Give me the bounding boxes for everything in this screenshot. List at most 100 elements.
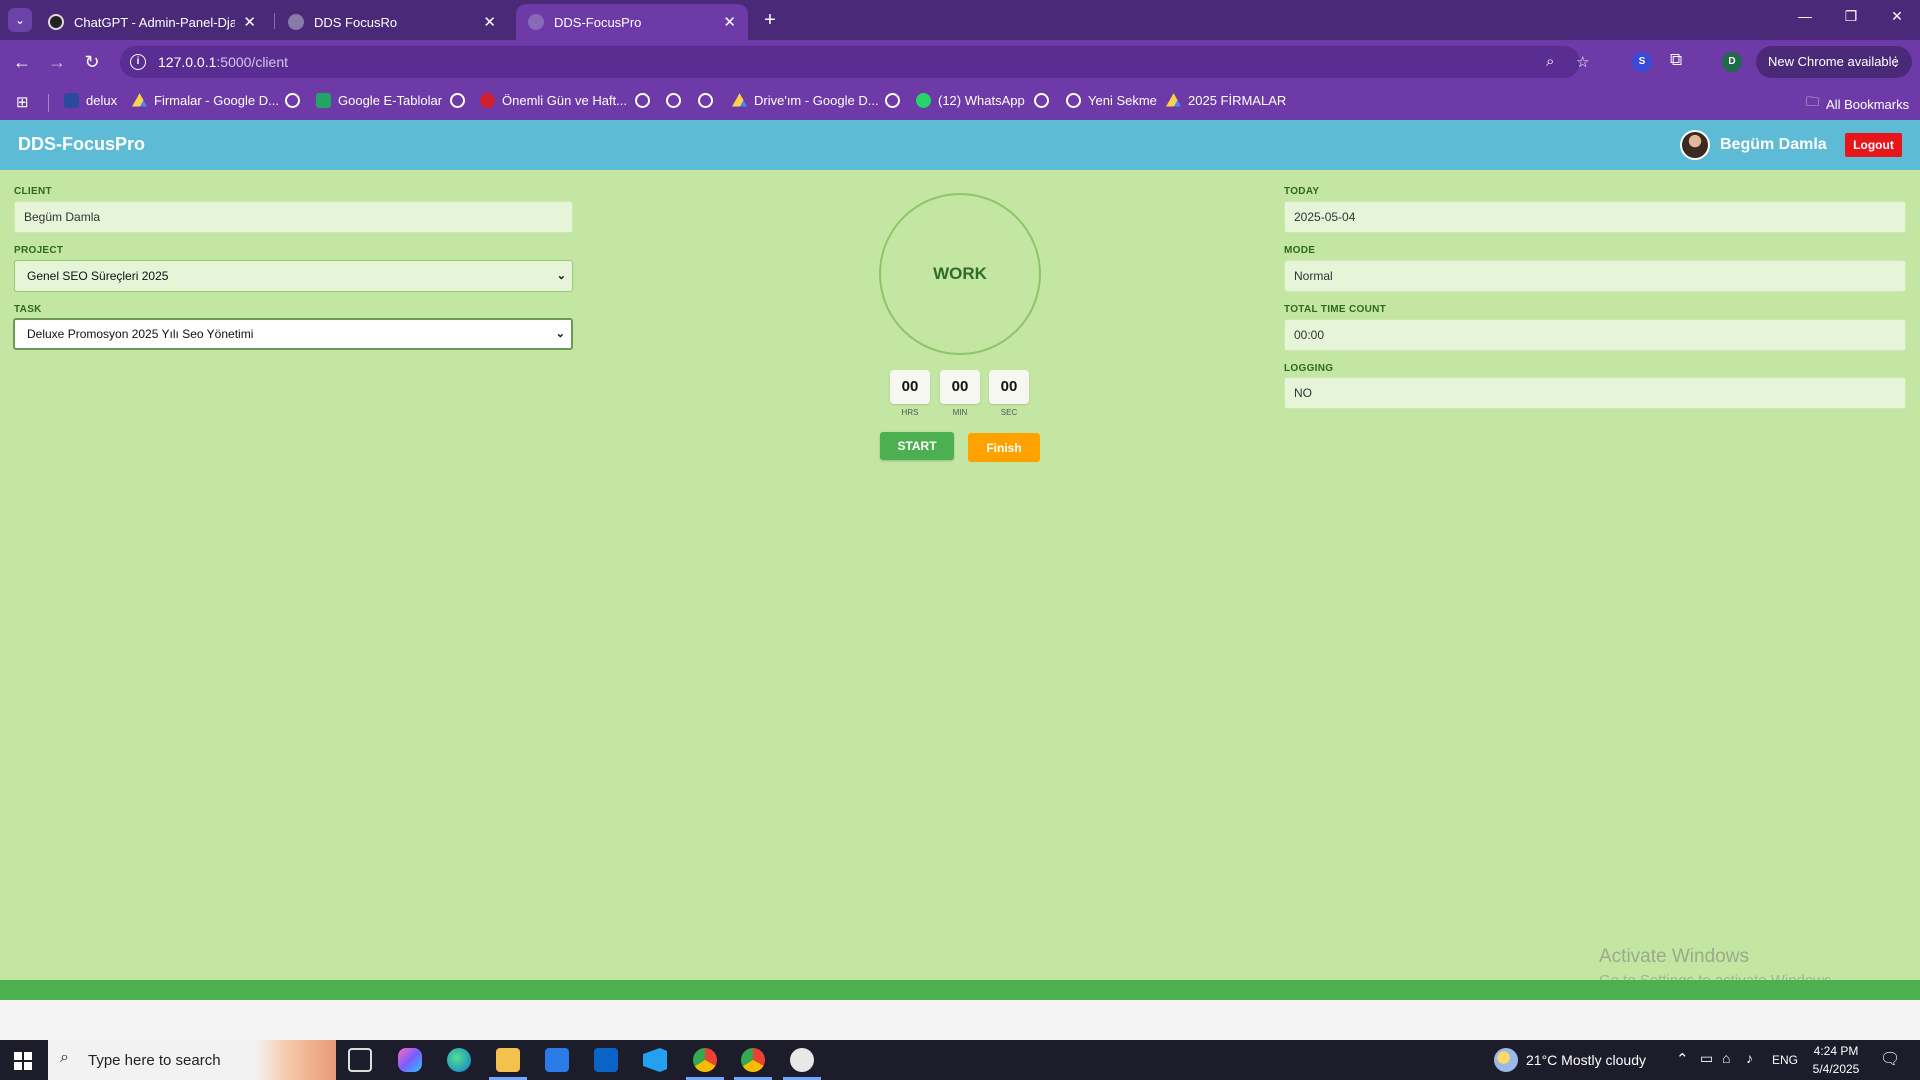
copilot-icon[interactable] <box>398 1048 422 1072</box>
new-chrome-available-button[interactable]: New Chrome available ⋮ <box>1756 46 1912 78</box>
timer-seconds-label: SEC <box>1000 408 1018 417</box>
chrome-icon[interactable] <box>693 1048 717 1072</box>
file-explorer-icon[interactable] <box>496 1048 520 1072</box>
start-button[interactable]: START <box>880 432 954 460</box>
work-label: WORK <box>933 264 987 283</box>
total-time-field[interactable]: 00:00 <box>1284 319 1906 351</box>
bookmark-globe[interactable] <box>450 93 472 108</box>
edge-icon[interactable] <box>447 1048 471 1072</box>
bookmark-drive[interactable]: Drive'ım - Google D... <box>732 93 879 108</box>
app-icon[interactable] <box>790 1048 814 1072</box>
minimize-icon[interactable]: — <box>1790 8 1820 24</box>
app-page: DDS-FocusPro Begüm Damla Logout CLIENT B… <box>0 120 1920 1000</box>
chrome-profile-icon[interactable] <box>741 1048 765 1072</box>
google-drive-icon <box>732 93 747 107</box>
microsoft-store-icon[interactable] <box>545 1048 569 1072</box>
bookmark-globe[interactable] <box>666 93 688 108</box>
globe-icon <box>885 93 900 108</box>
network-icon[interactable]: ⌂ <box>1722 1050 1730 1066</box>
clock-date[interactable]: 5/4/2025 <box>1806 1062 1866 1076</box>
finish-button[interactable]: Finish <box>968 433 1040 462</box>
extension-s-icon[interactable]: S <box>1632 52 1652 72</box>
mode-field[interactable]: Normal <box>1284 260 1906 292</box>
notifications-icon[interactable]: 🗨 <box>1880 1049 1900 1069</box>
restore-icon[interactable]: ❐ <box>1836 8 1866 25</box>
browser-toolbar: ← → ↻ i 127.0.0.1:5000/client ⌕ ☆ S ⧉ D … <box>0 40 1920 84</box>
apps-grid-icon[interactable]: ⊞ <box>16 93 29 111</box>
new-tab-button[interactable]: + <box>758 8 782 32</box>
bookmarks-bar: ⊞ delux Firmalar - Google D... Google E-… <box>0 84 1920 120</box>
bookmark-google-sheets[interactable]: Google E-Tablolar <box>316 93 442 108</box>
total-time-label: TOTAL TIME COUNT <box>1284 304 1387 315</box>
brand-title[interactable]: DDS-FocusPro <box>18 134 145 155</box>
volume-icon[interactable]: ♪ <box>1746 1050 1753 1066</box>
bookmark-2025-firmalar[interactable]: 2025 FİRMALAR <box>1166 93 1286 108</box>
today-label: TODAY <box>1284 186 1320 197</box>
profile-avatar[interactable]: D <box>1722 52 1742 72</box>
task-view-icon[interactable] <box>348 1048 372 1072</box>
logging-field[interactable]: NO <box>1284 377 1906 409</box>
globe-icon <box>288 14 304 30</box>
tab-title: DDS-FocusPro <box>554 14 642 30</box>
taskbar-search-placeholder: Type here to search <box>88 1052 221 1069</box>
windows-start-icon[interactable] <box>14 1052 32 1070</box>
language-indicator[interactable]: ENG <box>1772 1053 1798 1067</box>
activate-windows-title: Activate Windows <box>1599 946 1749 967</box>
timer-minutes: 00 <box>940 370 980 404</box>
forward-icon[interactable]: → <box>45 50 69 74</box>
site-info-icon[interactable]: i <box>130 54 146 70</box>
bookmark-onemli-gun[interactable]: Önemli Gün ve Haft... <box>480 93 627 108</box>
project-select[interactable]: Genel SEO Süreçleri 2025 ⌄ <box>14 260 573 292</box>
bookmark-whatsapp[interactable]: (12) WhatsApp <box>916 93 1025 108</box>
window-close-icon[interactable]: ✕ <box>1882 8 1912 25</box>
reload-icon[interactable]: ↻ <box>80 50 104 74</box>
windows-taskbar: ⌕ Type here to search 21°C Mostly cloudy… <box>0 1040 1920 1080</box>
tray-chevron-icon[interactable]: ⌃ <box>1676 1050 1689 1068</box>
divider <box>48 94 49 112</box>
address-bar[interactable]: i 127.0.0.1:5000/client ⌕ ☆ <box>120 46 1589 78</box>
today-field[interactable]: 2025-05-04 <box>1284 201 1906 233</box>
zoom-icon[interactable]: ⌕ <box>1546 53 1554 70</box>
globe-icon <box>698 93 713 108</box>
bookmark-delux[interactable]: delux <box>64 93 117 108</box>
user-name: Begüm Damla <box>1720 136 1827 153</box>
tab-ddsfocuspro[interactable]: DDS-FocusPro ✕ <box>516 4 748 40</box>
tab-search-button[interactable]: ⌄ <box>8 8 32 32</box>
meet-now-icon[interactable]: ▭ <box>1700 1050 1713 1067</box>
close-icon[interactable]: ✕ <box>243 13 256 31</box>
all-bookmarks-button[interactable]: 🗀 All Bookmarks <box>1806 93 1909 115</box>
close-icon[interactable]: ✕ <box>483 13 496 31</box>
bookmark-firmalar[interactable]: Firmalar - Google D... <box>132 93 279 108</box>
globe-icon <box>1034 93 1049 108</box>
url-text: 127.0.0.1:5000/client <box>158 54 288 70</box>
extensions-puzzle-icon[interactable]: ⧉ <box>1670 50 1682 70</box>
app-header: DDS-FocusPro Begüm Damla Logout <box>0 120 1920 170</box>
bookmark-globe[interactable] <box>285 93 307 108</box>
task-select[interactable]: Deluxe Promosyon 2025 Yılı Seo Yönetimi … <box>13 318 573 350</box>
bookmark-star-icon[interactable]: ☆ <box>1576 53 1589 71</box>
vscode-icon[interactable] <box>643 1048 667 1072</box>
outlook-icon[interactable] <box>594 1048 618 1072</box>
weather-text[interactable]: 21°C Mostly cloudy <box>1526 1052 1646 1068</box>
globe-icon <box>1066 93 1081 108</box>
weather-cloud-icon[interactable] <box>1494 1048 1518 1072</box>
logout-button[interactable]: Logout <box>1845 133 1902 157</box>
bookmark-globe[interactable] <box>635 93 657 108</box>
taskbar-search-box[interactable]: ⌕ Type here to search <box>48 1040 336 1080</box>
bookmark-yeni-sekme[interactable]: Yeni Sekme <box>1066 93 1157 108</box>
bookmark-globe[interactable] <box>698 93 720 108</box>
close-icon[interactable]: ✕ <box>723 13 736 31</box>
kebab-menu-icon[interactable]: ⋮ <box>1889 46 1902 78</box>
google-drive-icon <box>1166 93 1181 107</box>
bookmark-globe[interactable] <box>885 93 907 108</box>
project-label: PROJECT <box>14 245 64 256</box>
client-field[interactable]: Begüm Damla <box>14 201 573 233</box>
tab-chatgpt[interactable]: ChatGPT - Admin-Panel-Django ✕ <box>36 4 268 40</box>
google-drive-icon <box>132 93 147 107</box>
work-indicator-circle: WORK <box>879 193 1041 355</box>
tab-ddsfocusro[interactable]: DDS FocusRo ✕ <box>276 4 508 40</box>
back-icon[interactable]: ← <box>10 50 34 74</box>
tab-separator <box>274 13 275 29</box>
bookmark-globe[interactable] <box>1034 93 1056 108</box>
clock-time[interactable]: 4:24 PM <box>1806 1044 1866 1058</box>
